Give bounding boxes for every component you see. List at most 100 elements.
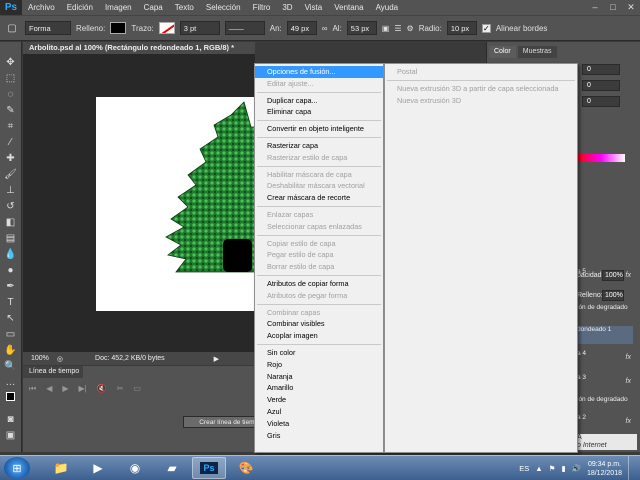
stroke-size-field[interactable]: 3 pt (179, 21, 220, 35)
width-field[interactable]: 49 px (286, 21, 317, 35)
status-arrow-icon[interactable]: ▶ (214, 355, 219, 363)
menu-capa[interactable]: Capa (138, 3, 169, 12)
menu-3d[interactable]: 3D (276, 3, 298, 12)
crop-tool-icon[interactable]: ⌗ (3, 120, 19, 133)
volume-icon[interactable]: 🔊 (572, 464, 581, 473)
show-desktop-button[interactable] (628, 456, 636, 480)
fx-icon[interactable]: fx (626, 418, 631, 425)
chrome-icon[interactable]: ◉ (118, 457, 152, 479)
next-frame-icon[interactable]: ▶| (79, 384, 87, 394)
menu-imagen[interactable]: Imagen (99, 3, 138, 12)
context-menu-item[interactable]: Opciones de fusión... (255, 66, 383, 78)
prev-frame-icon[interactable]: ◀ (46, 384, 52, 394)
layer-row-selected[interactable]: dondeado 1 (577, 326, 633, 344)
settings-gear-icon[interactable]: ⚙ (407, 24, 414, 33)
tab-muestras[interactable]: Muestras (517, 46, 557, 58)
menu-ventana[interactable]: Ventana (328, 3, 369, 12)
canvas-area[interactable] (23, 54, 257, 352)
context-menu-item[interactable]: Combinar visibles (255, 318, 383, 330)
dodge-tool-icon[interactable]: ● (3, 264, 19, 277)
menu-filtro[interactable]: Filtro (247, 3, 277, 12)
zoom-toggle-icon[interactable]: ◎ (57, 355, 63, 363)
timeline-tab[interactable]: Línea de tiempo (23, 366, 83, 378)
height-field[interactable]: 53 px (346, 21, 377, 35)
context-menu-item[interactable]: Sin color (255, 347, 383, 359)
clock[interactable]: 09:34 p.m. 18/12/2018 (587, 460, 622, 478)
context-menu-item[interactable]: Rasterizar capa (255, 140, 383, 152)
network-icon[interactable]: ▮ (561, 464, 565, 473)
play-icon[interactable]: ▶ (62, 384, 68, 394)
layer-row[interactable]: a 3 fx (577, 374, 633, 392)
history-brush-tool-icon[interactable]: ↺ (3, 200, 19, 213)
menu-vista[interactable]: Vista (299, 3, 329, 12)
stamp-tool-icon[interactable]: ⊥ (3, 184, 19, 197)
eyedropper-tool-icon[interactable]: ⁄ (3, 136, 19, 149)
more-tools-icon[interactable]: … (3, 376, 19, 389)
color-b-field[interactable]: 0 (582, 96, 620, 107)
move-tool-icon[interactable]: ✥ (3, 56, 19, 69)
color-spectrum-bar[interactable] (577, 154, 625, 162)
transition-icon[interactable]: ▭ (133, 384, 141, 394)
rounded-rect-tool-icon[interactable]: ▢ (4, 22, 20, 35)
brush-tool-icon[interactable]: 🖌 (3, 168, 19, 181)
explorer-icon[interactable]: 📁 (44, 457, 78, 479)
type-tool-icon[interactable]: T (3, 296, 19, 309)
context-menu-item[interactable]: Acoplar imagen (255, 330, 383, 342)
layer-fill-field[interactable]: 100% (602, 290, 624, 301)
screen-mode-icon[interactable]: ▣ (3, 429, 19, 442)
menu-ayuda[interactable]: Ayuda (370, 3, 405, 12)
fx-icon[interactable]: fx (626, 378, 631, 385)
menu-texto[interactable]: Texto (169, 3, 200, 12)
eraser-tool-icon[interactable]: ◧ (3, 216, 19, 229)
stroke-swatch[interactable] (158, 22, 175, 34)
path-align-icon[interactable]: ☰ (394, 24, 401, 33)
language-indicator[interactable]: ES (519, 464, 529, 473)
context-menu-item[interactable]: Duplicar capa... (255, 95, 383, 107)
start-button[interactable]: ⊞ (4, 457, 30, 479)
context-menu-item[interactable]: Azul (255, 406, 383, 418)
context-menu-item[interactable]: Crear máscara de recorte (255, 192, 383, 204)
context-menu-item[interactable]: Convertir en objeto inteligente (255, 123, 383, 135)
layer-row[interactable]: a 4 fx (577, 350, 633, 368)
link-icon[interactable]: ∞ (322, 24, 328, 33)
photoshop-taskbar-icon[interactable]: Ps (192, 457, 226, 479)
path-select-tool-icon[interactable]: ↖ (3, 312, 19, 325)
context-menu-item[interactable]: Atributos de copiar forma (255, 278, 383, 290)
maximize-icon[interactable]: □ (606, 1, 620, 13)
radius-field[interactable]: 10 px (446, 21, 477, 35)
healing-tool-icon[interactable]: ✚ (3, 152, 19, 165)
context-menu-item[interactable]: Naranja (255, 371, 383, 383)
tray-arrow-icon[interactable]: ▲ (535, 464, 542, 473)
shape-mode-select[interactable]: Forma (25, 21, 71, 35)
minimize-icon[interactable]: – (588, 1, 602, 13)
doc-info[interactable]: Doc: 452,2 KB/0 bytes (95, 355, 165, 362)
color-r-field[interactable]: 0 (582, 64, 620, 75)
menu-archivo[interactable]: Archivo (22, 3, 61, 12)
color-g-field[interactable]: 0 (582, 80, 620, 91)
audio-icon[interactable]: 🔇 (97, 384, 107, 394)
app-icon[interactable]: ▰ (155, 457, 189, 479)
fx-icon[interactable]: fx (626, 272, 631, 279)
fill-swatch[interactable] (110, 22, 127, 34)
pen-tool-icon[interactable]: ✒ (3, 280, 19, 293)
zoom-tool-icon[interactable]: 🔍 (3, 360, 19, 373)
context-menu-item[interactable]: Gris (255, 430, 383, 442)
fx-icon[interactable]: fx (626, 354, 631, 361)
media-player-icon[interactable]: ▶ (81, 457, 115, 479)
zoom-level[interactable]: 100% (31, 355, 49, 362)
layer-row[interactable]: ión de degradado (577, 304, 633, 322)
align-edges-checkbox[interactable]: ✓ (481, 23, 491, 33)
shape-tool-icon[interactable]: ▭ (3, 328, 19, 341)
path-ops-icon[interactable]: ▣ (382, 24, 390, 33)
context-menu-item[interactable]: Amarillo (255, 382, 383, 394)
blur-tool-icon[interactable]: 💧 (3, 248, 19, 261)
first-frame-icon[interactable]: ⏮ (29, 384, 36, 394)
menu-seleccion[interactable]: Selección (200, 3, 247, 12)
quick-select-tool-icon[interactable]: ✎ (3, 104, 19, 117)
quick-mask-icon[interactable]: ◙ (3, 413, 19, 426)
context-menu-item[interactable]: Rojo (255, 359, 383, 371)
lasso-tool-icon[interactable]: ◌ (3, 88, 19, 101)
layer-row[interactable]: a 2 fx (577, 414, 633, 432)
layer-row[interactable]: ión de degradado (577, 396, 633, 414)
document-tab[interactable]: Arbolito.psd al 100% (Rectángulo redonde… (23, 42, 255, 54)
